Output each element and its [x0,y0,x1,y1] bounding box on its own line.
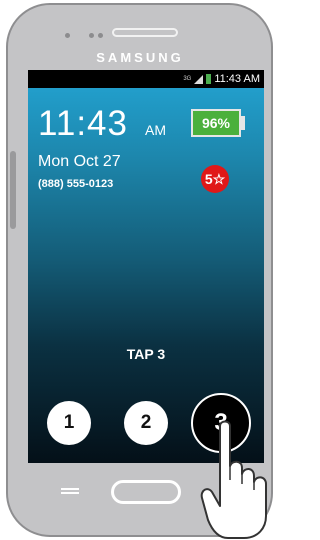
menu-key-icon[interactable] [61,486,79,498]
instruction-text: TAP 3 [126,346,166,362]
notification-badge[interactable]: 5☆ [201,165,229,193]
status-bar: 3G 11:43 AM [28,70,264,88]
front-camera [89,33,94,38]
brand-logo: SAMSUNG [96,50,184,65]
lock-screen: 3G 11:43 AM 11:43 AM 96% Mon Oct 27 (888… [28,70,264,463]
phone-number: (888) 555-0123 [38,178,114,190]
proximity-sensor [98,33,103,38]
sensor-dot [65,33,70,38]
side-volume-button [10,151,16,229]
battery-indicator: 96% [191,109,241,137]
signal-icon [194,74,204,84]
home-button[interactable] [111,480,181,504]
pointing-hand-icon [200,420,267,539]
battery-tip [241,116,245,130]
tap-button-1[interactable]: 1 [47,401,91,445]
clock-time: 11:43 [38,104,128,143]
status-time: 11:43 AM [214,73,260,85]
tap-button-2[interactable]: 2 [124,401,168,445]
clock-ampm: AM [145,122,166,138]
earpiece-speaker [112,28,178,37]
date-label: Mon Oct 27 [38,153,121,170]
network-type: 3G [183,76,192,82]
battery-icon [206,74,212,84]
